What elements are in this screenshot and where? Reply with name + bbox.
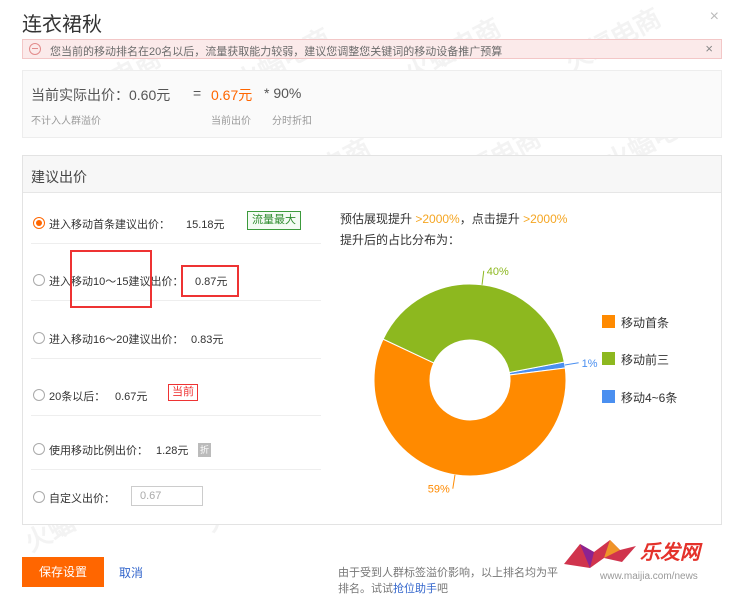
estimate-prefix: 预估展现提升: [340, 212, 416, 226]
legend-swatch: [602, 352, 615, 365]
notice-text: 您当前的移动排名在20名以后，流量获取能力较弱，建议您调整您关键词的移动设备推广…: [50, 46, 503, 58]
radio-after-20[interactable]: [33, 389, 45, 401]
highlight-box: [70, 250, 152, 308]
bid-assistant-link[interactable]: 抢位助手: [393, 583, 437, 595]
ranking-note: 由于受到人群标签溢价影响，以上排名均为平: [338, 567, 558, 579]
suggested-bid-header: 建议出价: [23, 156, 721, 193]
option-label: 进入移动16～20建议出价：: [49, 334, 184, 346]
current-bid-caption: 当前出价: [211, 116, 251, 127]
slice-label: 40%: [487, 266, 509, 278]
bid-option-mobile-top[interactable]: 进入移动首条建议出价： 15.18元 流量最大: [31, 204, 321, 244]
legend-swatch: [602, 315, 615, 328]
slice-label: 59%: [428, 484, 450, 496]
suggested-bid-title: 建议出价: [31, 169, 87, 185]
custom-bid-input[interactable]: [131, 486, 203, 506]
option-value: 1.28元: [156, 445, 189, 457]
slice-leader-line: [452, 474, 456, 489]
legend-label: 移动4~6条: [621, 391, 678, 405]
equals-sign: =: [193, 85, 202, 101]
current-price-panel: 当前实际出价：0.60元 = 0.67元 * 90% 不计入人群溢价 当前出价 …: [22, 70, 722, 138]
option-label: 自定义出价：: [49, 493, 115, 505]
radio-custom[interactable]: [33, 491, 45, 503]
slice-leader-line: [564, 362, 579, 366]
warning-notice: 您当前的移动排名在20名以后，流量获取能力较弱，建议您调整您关键词的移动设备推广…: [22, 39, 722, 59]
slice-leader-line: [481, 270, 485, 285]
bid-option-custom[interactable]: 自定义出价：: [31, 478, 321, 518]
current-bid-value: 0.67元: [211, 87, 253, 103]
site-logo-text: 乐发网: [640, 542, 700, 564]
bid-option-mobile-16-20[interactable]: 进入移动16～20建议出价： 0.83元: [31, 319, 321, 359]
radio-mobile-top[interactable]: [33, 217, 45, 229]
window-close-icon[interactable]: ×: [710, 8, 719, 26]
ranking-note-2: 排名。试试抢位助手吧: [338, 580, 448, 596]
notice-close-icon[interactable]: ×: [705, 41, 713, 56]
discount-icon[interactable]: 折: [198, 443, 211, 457]
highlight-box: [181, 265, 239, 297]
estimate-middle: ，点击提升: [459, 212, 524, 226]
distribution-caption: 提升后的占比分布为：: [340, 233, 461, 247]
option-label: 使用移动比例出价：: [49, 445, 148, 457]
max-traffic-badge: 流量最大: [247, 211, 301, 230]
save-button[interactable]: 保存设置: [22, 557, 104, 587]
radio-ratio[interactable]: [33, 443, 45, 455]
warning-icon: [29, 43, 41, 55]
note-suffix: 吧: [437, 583, 448, 595]
cancel-link[interactable]: 取消: [119, 564, 143, 581]
bid-option-after-20[interactable]: 20条以后： 0.67元 当前: [31, 376, 321, 416]
radio-mobile-10-15[interactable]: [33, 274, 45, 286]
current-badge: 当前: [168, 384, 198, 401]
distribution-donut-chart: 1% 59% 40%: [373, 266, 598, 496]
bid-option-ratio[interactable]: 使用移动比例出价： 1.28元 折: [31, 430, 321, 470]
option-label: 20条以后：: [49, 391, 106, 403]
note-prefix: 排名。试试: [338, 583, 393, 595]
actual-bid-caption: 不计入人群溢价: [31, 116, 101, 127]
radio-mobile-16-20[interactable]: [33, 332, 45, 344]
estimate-text: 预估展现提升 >2000%，点击提升 >2000%: [340, 210, 567, 227]
legend-label: 移动首条: [621, 316, 670, 330]
actual-bid-label: 当前实际出价：0.60元: [31, 87, 171, 103]
legend-swatch: [602, 390, 615, 403]
site-logo-icon: [564, 540, 636, 568]
option-value: 0.83元: [191, 334, 224, 346]
click-increase: >2000%: [523, 212, 568, 226]
page-title: 连衣裙秋: [22, 14, 102, 36]
discount-multiplier: * 90%: [264, 85, 302, 101]
option-value: 15.18元: [186, 219, 225, 231]
site-url: www.maijia.com/news: [600, 571, 698, 582]
impression-increase: >2000%: [415, 212, 460, 226]
legend-label: 移动前三: [621, 353, 670, 367]
option-value: 0.67元: [115, 391, 148, 403]
option-label: 进入移动首条建议出价：: [49, 219, 170, 231]
discount-caption: 分时折扣: [272, 116, 312, 127]
slice-label: 1%: [582, 358, 598, 370]
